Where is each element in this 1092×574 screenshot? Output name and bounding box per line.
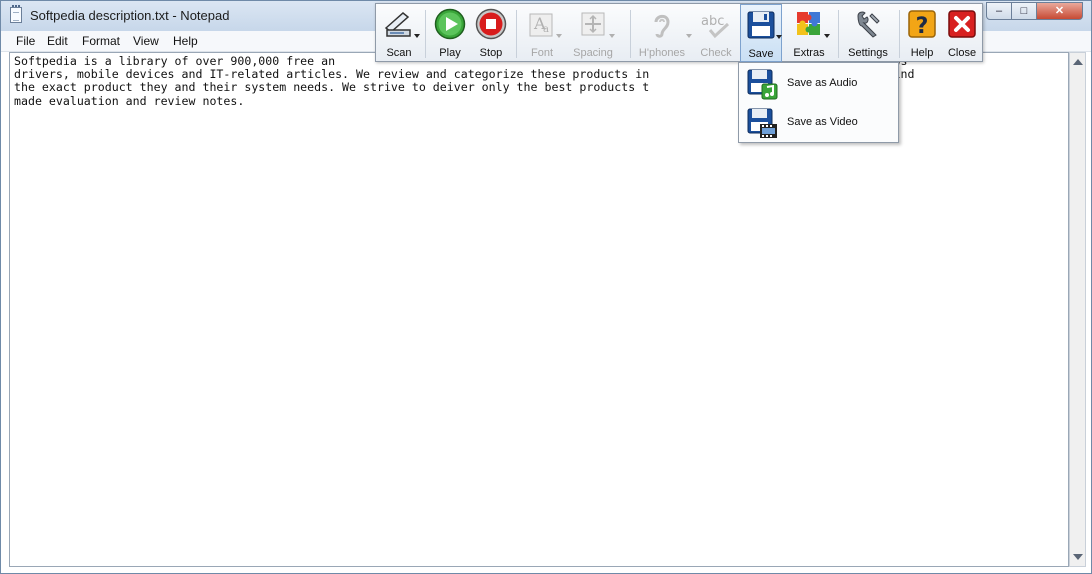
menu-format[interactable]: Format (80, 33, 122, 49)
svg-text:a: a (543, 24, 549, 35)
save-as-audio-item[interactable]: Save as Audio (740, 65, 897, 103)
reader-toolbar: Scan Play Stop A a Font Spacing H'phones… (375, 3, 983, 62)
extras-label: Extras (793, 47, 825, 59)
help-icon: ? (908, 10, 936, 39)
notepad-window: Softpedia description.txt - Notepad – □ … (0, 0, 1092, 574)
headphones-label: H'phones (638, 47, 686, 59)
notepad-icon (10, 5, 22, 23)
toolbar-separator (899, 10, 900, 58)
check-label: Check (700, 47, 732, 59)
toolbar-separator (630, 10, 631, 58)
font-label: Font (530, 47, 553, 59)
vertical-scrollbar[interactable] (1069, 52, 1086, 567)
menu-help[interactable]: Help (171, 33, 200, 49)
settings-button[interactable]: Settings (842, 4, 894, 62)
spellcheck-icon: abc (701, 14, 730, 39)
headphones-button[interactable]: H'phones (636, 4, 692, 62)
toolbar-separator (838, 10, 839, 58)
save-as-video-label: Save as Video (787, 116, 858, 128)
maximize-button[interactable]: □ (1011, 2, 1037, 20)
play-label: Play (439, 47, 461, 59)
svg-text:abc: abc (701, 14, 724, 29)
settings-label: Settings (848, 47, 888, 59)
save-audio-icon (747, 69, 778, 100)
toolbar-separator (425, 10, 426, 58)
floppy-disk-icon (747, 11, 775, 39)
window-title: Softpedia description.txt - Notepad (30, 8, 230, 23)
save-label: Save (748, 48, 774, 60)
play-button[interactable]: Play (430, 4, 470, 62)
save-button[interactable]: Save (740, 4, 782, 62)
headphones-dropdown-icon (686, 34, 692, 38)
scan-label: Scan (386, 47, 412, 59)
scan-button[interactable]: Scan (378, 4, 420, 62)
puzzle-icon (797, 12, 820, 35)
minimize-button[interactable]: – (986, 2, 1012, 20)
spacing-label: Spacing (573, 47, 613, 59)
spacing-dropdown-icon (609, 34, 615, 38)
wrench-icon (857, 11, 880, 38)
close-label: Close (947, 47, 977, 59)
menu-file[interactable]: File (14, 33, 37, 49)
save-video-icon (747, 108, 777, 138)
stop-label: Stop (479, 47, 503, 59)
save-as-video-item[interactable]: Save as Video (740, 104, 897, 142)
extras-dropdown-icon (824, 34, 830, 38)
extras-button[interactable]: Extras (788, 4, 830, 62)
save-dropdown-menu: Save as Audio Save as Video (738, 62, 899, 143)
font-icon: A a (529, 13, 553, 37)
play-icon (434, 8, 466, 40)
toolbar-separator (516, 10, 517, 58)
scanner-icon (384, 12, 411, 37)
save-as-audio-label: Save as Audio (787, 77, 858, 89)
help-button[interactable]: ? Help (902, 4, 942, 62)
close-button[interactable]: Close (942, 4, 982, 62)
ear-icon (654, 14, 670, 38)
spacing-icon (581, 12, 605, 36)
font-dropdown-icon (556, 34, 562, 38)
menu-edit[interactable]: Edit (45, 33, 70, 49)
scroll-up-icon[interactable] (1073, 59, 1083, 65)
menu-view[interactable]: View (131, 33, 161, 49)
spacing-button[interactable]: Spacing (569, 4, 617, 62)
font-button[interactable]: A a Font (521, 4, 563, 62)
close-icon (948, 10, 976, 38)
scroll-down-icon[interactable] (1073, 554, 1083, 560)
document-text[interactable]: Softpedia is a library of over 900,000 f… (14, 54, 1066, 108)
stop-icon (475, 8, 507, 40)
svg-text:?: ? (916, 14, 929, 39)
stop-button[interactable]: Stop (471, 4, 511, 62)
check-button[interactable]: abc Check (694, 4, 738, 62)
text-editor[interactable]: Softpedia is a library of over 900,000 f… (9, 52, 1069, 567)
help-label: Help (910, 47, 934, 59)
scan-dropdown-icon (414, 34, 420, 38)
save-dropdown-icon (776, 35, 782, 39)
window-close-button[interactable]: ✕ (1036, 2, 1083, 20)
